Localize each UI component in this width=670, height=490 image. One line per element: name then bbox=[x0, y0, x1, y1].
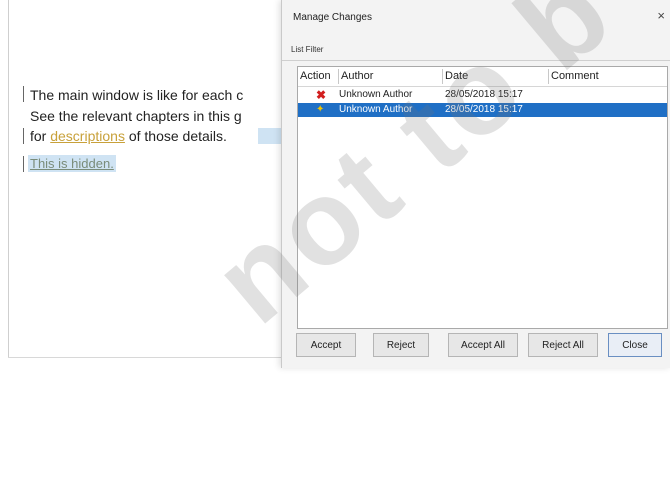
change-bar bbox=[23, 156, 24, 172]
dialog-title: Manage Changes bbox=[293, 12, 372, 23]
close-icon[interactable]: × bbox=[657, 8, 665, 23]
list-header: Action Author Date Comment bbox=[298, 67, 667, 87]
tab-list-filter[interactable]: List Filter bbox=[291, 45, 323, 54]
document-text-line[interactable]: See the relevant chapters in this g bbox=[30, 108, 242, 124]
text-segment: of those details. bbox=[124, 128, 227, 144]
reject-button[interactable]: Reject bbox=[373, 333, 429, 357]
document-text-line[interactable]: The main window is like for each c bbox=[30, 87, 243, 103]
change-bar bbox=[23, 128, 24, 144]
accept-button[interactable]: Accept bbox=[296, 333, 356, 357]
manage-changes-dialog: Manage Changes × List Filter Action Auth… bbox=[281, 0, 670, 368]
changes-list[interactable]: Action Author Date Comment ✖ Unknown Aut… bbox=[297, 66, 668, 329]
change-bar bbox=[23, 86, 24, 102]
reject-all-button[interactable]: Reject All bbox=[528, 333, 598, 357]
table-row[interactable]: ✖ Unknown Author 28/05/2018 15:17 bbox=[298, 88, 667, 102]
accept-all-button[interactable]: Accept All bbox=[448, 333, 518, 357]
document-text-line[interactable]: for descriptions of those details. bbox=[30, 128, 227, 144]
row-author: Unknown Author bbox=[339, 89, 413, 100]
column-header-comment[interactable]: Comment bbox=[549, 67, 666, 86]
row-date: 28/05/2018 15:17 bbox=[445, 104, 523, 115]
text-segment: for bbox=[30, 128, 51, 144]
table-row[interactable]: ✦ Unknown Author 28/05/2018 15:17 bbox=[298, 103, 667, 117]
hidden-text[interactable]: This is hidden. bbox=[28, 155, 116, 172]
column-header-action[interactable]: Action bbox=[298, 67, 338, 86]
insert-icon: ✦ bbox=[316, 104, 325, 115]
column-header-date[interactable]: Date bbox=[443, 67, 548, 86]
inserted-text: descriptions bbox=[50, 128, 125, 144]
row-date: 28/05/2018 15:17 bbox=[445, 89, 523, 100]
delete-icon: ✖ bbox=[316, 88, 327, 102]
page-left-edge bbox=[8, 0, 9, 358]
tab-divider bbox=[282, 60, 670, 61]
close-button[interactable]: Close bbox=[608, 333, 662, 357]
row-author: Unknown Author bbox=[339, 104, 413, 115]
column-header-author[interactable]: Author bbox=[339, 67, 442, 86]
